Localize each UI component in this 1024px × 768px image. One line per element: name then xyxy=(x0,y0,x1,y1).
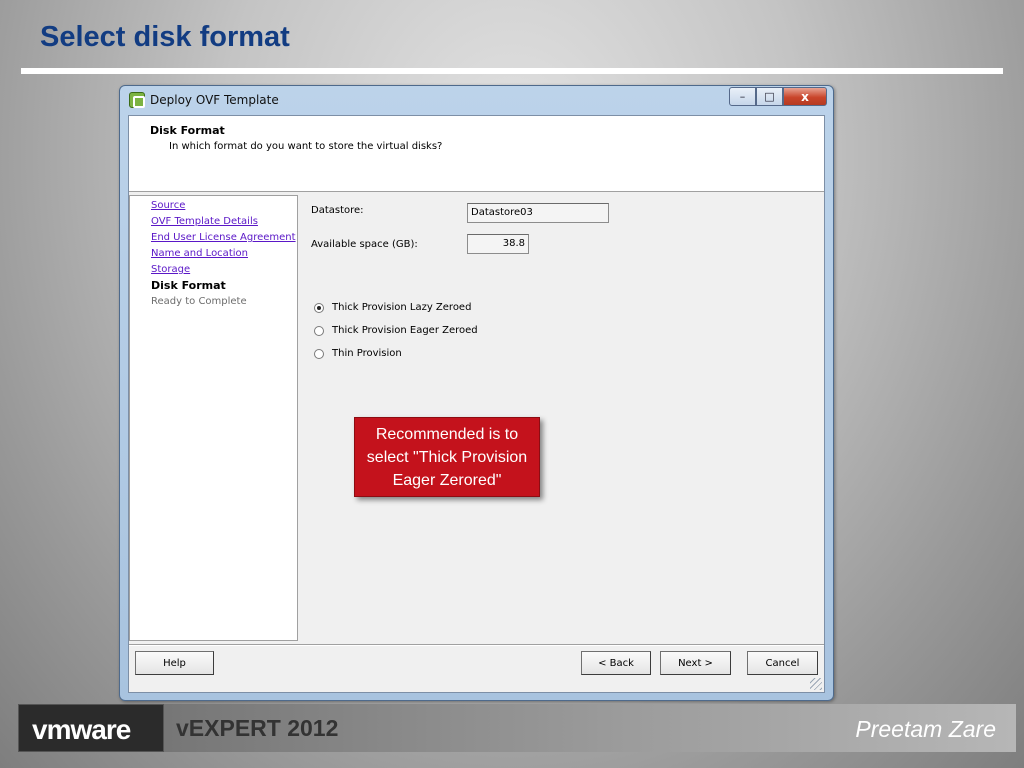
radio-thick-lazy-zeroed[interactable]: Thick Provision Lazy Zeroed xyxy=(314,302,471,313)
step-end-user-license-agreement[interactable]: End User License Agreement xyxy=(151,232,296,243)
datastore-field: Datastore03 xyxy=(467,203,609,223)
deploy-ovf-app-icon xyxy=(129,92,145,108)
slide-title: Select disk format xyxy=(40,21,290,53)
author-name: Preetam Zare xyxy=(855,716,996,742)
slide-footer: vmware vEXPERT 2012 Preetam Zare xyxy=(18,704,1016,752)
recommendation-callout: Recommended is to select "Thick Provisio… xyxy=(354,417,540,497)
step-disk-format: Disk Format xyxy=(151,279,226,292)
minimize-button[interactable]: – xyxy=(729,87,756,106)
cancel-button[interactable]: Cancel xyxy=(747,651,818,675)
radio-button[interactable] xyxy=(314,325,324,336)
step-ready-to-complete: Ready to Complete xyxy=(151,296,247,307)
radio-button-checked[interactable] xyxy=(314,302,324,313)
resize-grip[interactable] xyxy=(810,678,822,690)
back-button[interactable]: < Back xyxy=(581,651,651,675)
available-space-label: Available space (GB): xyxy=(311,239,418,250)
wizard-header-title: Disk Format xyxy=(150,124,225,137)
wizard-client-area: Disk Format In which format do you want … xyxy=(128,115,825,693)
callout-text: Recommended is to select "Thick Provisio… xyxy=(366,425,528,489)
vexpert-badge: vEXPERT 2012 xyxy=(176,715,339,741)
radio-label: Thick Provision Lazy Zeroed xyxy=(332,302,472,313)
window-titlebar[interactable]: Deploy OVF Template – □ x xyxy=(120,86,833,114)
wizard-header-subtitle: In which format do you want to store the… xyxy=(169,141,443,152)
step-ovf-template-details[interactable]: OVF Template Details xyxy=(151,216,258,227)
button-bar-divider xyxy=(129,644,824,646)
next-button[interactable]: Next > xyxy=(660,651,731,675)
deploy-ovf-window: Deploy OVF Template – □ x Disk Format In… xyxy=(119,85,834,701)
title-divider xyxy=(21,68,1003,74)
step-source[interactable]: Source xyxy=(151,200,185,211)
wizard-header: Disk Format In which format do you want … xyxy=(129,116,824,192)
step-name-and-location[interactable]: Name and Location xyxy=(151,248,248,259)
maximize-button[interactable]: □ xyxy=(756,87,783,106)
close-button[interactable]: x xyxy=(783,87,827,106)
step-storage[interactable]: Storage xyxy=(151,264,190,275)
window-controls: – □ x xyxy=(729,87,827,106)
vmware-logo-text: vmware xyxy=(32,714,131,745)
wizard-steps-panel: Source OVF Template Details End User Lic… xyxy=(129,195,298,641)
radio-label: Thin Provision xyxy=(332,348,402,359)
help-button[interactable]: Help xyxy=(135,651,214,675)
radio-thin-provision[interactable]: Thin Provision xyxy=(314,348,402,359)
available-space-field: 38.8 xyxy=(467,234,529,254)
datastore-label: Datastore: xyxy=(311,205,364,216)
radio-label: Thick Provision Eager Zeroed xyxy=(332,325,478,336)
radio-thick-eager-zeroed[interactable]: Thick Provision Eager Zeroed xyxy=(314,325,478,336)
window-title: Deploy OVF Template xyxy=(150,93,279,107)
radio-button[interactable] xyxy=(314,348,324,359)
vmware-logo: vmware xyxy=(18,704,164,752)
